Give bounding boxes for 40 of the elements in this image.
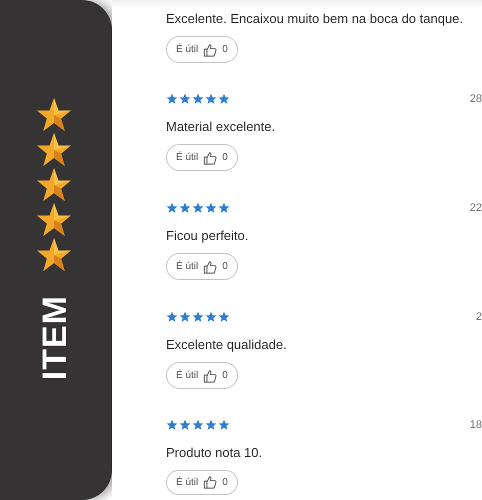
thumbs-up-icon bbox=[203, 368, 218, 382]
thumbs-up-icon bbox=[203, 42, 218, 56]
helpful-button[interactable]: É útil 0 bbox=[166, 362, 238, 389]
star-icon bbox=[218, 202, 230, 214]
thumbs-up-icon bbox=[203, 475, 218, 490]
review-text: Produto nota 10. bbox=[166, 444, 262, 462]
review-text: Excelente. Encaixou muito bem na boca do tanque. bbox=[166, 10, 464, 28]
star-icon bbox=[166, 419, 178, 432]
helpful-button[interactable]: É útil 0 bbox=[166, 36, 238, 63]
star-icon bbox=[179, 419, 191, 432]
star-icon bbox=[179, 202, 191, 214]
star-icon bbox=[166, 311, 178, 323]
review-text: Ficou perfeito. bbox=[166, 227, 248, 245]
star-icon bbox=[205, 202, 217, 214]
star-icon bbox=[179, 93, 191, 105]
review-date: 28 bbox=[470, 93, 482, 105]
star-icon bbox=[179, 311, 191, 323]
thumbs-up-icon bbox=[203, 150, 218, 164]
star-icon bbox=[218, 311, 230, 323]
star-icon bbox=[205, 419, 217, 432]
star-icon bbox=[192, 93, 204, 105]
star-icon bbox=[166, 202, 178, 214]
star-icon bbox=[218, 93, 230, 105]
star-icon bbox=[205, 311, 217, 323]
review-text: Excelente qualidade. bbox=[166, 336, 287, 354]
star-icon bbox=[218, 419, 230, 432]
review-date: 22 bbox=[470, 202, 482, 214]
badge-label: ITEM bbox=[38, 295, 72, 380]
helpful-button[interactable]: É útil 0 bbox=[166, 144, 238, 171]
helpful-button[interactable]: É útil 0 bbox=[166, 253, 238, 280]
helpful-button[interactable]: É útil 0 bbox=[166, 470, 238, 495]
review-text: Material excelente. bbox=[166, 118, 276, 136]
star-icon bbox=[192, 202, 204, 214]
star-icon bbox=[192, 311, 204, 323]
review-date: 2 bbox=[476, 311, 482, 323]
thumbs-up-icon bbox=[203, 260, 218, 274]
star-icon bbox=[166, 93, 178, 105]
review-date: 18 bbox=[470, 419, 482, 432]
star-icon bbox=[192, 419, 204, 432]
star-icon bbox=[205, 93, 217, 105]
